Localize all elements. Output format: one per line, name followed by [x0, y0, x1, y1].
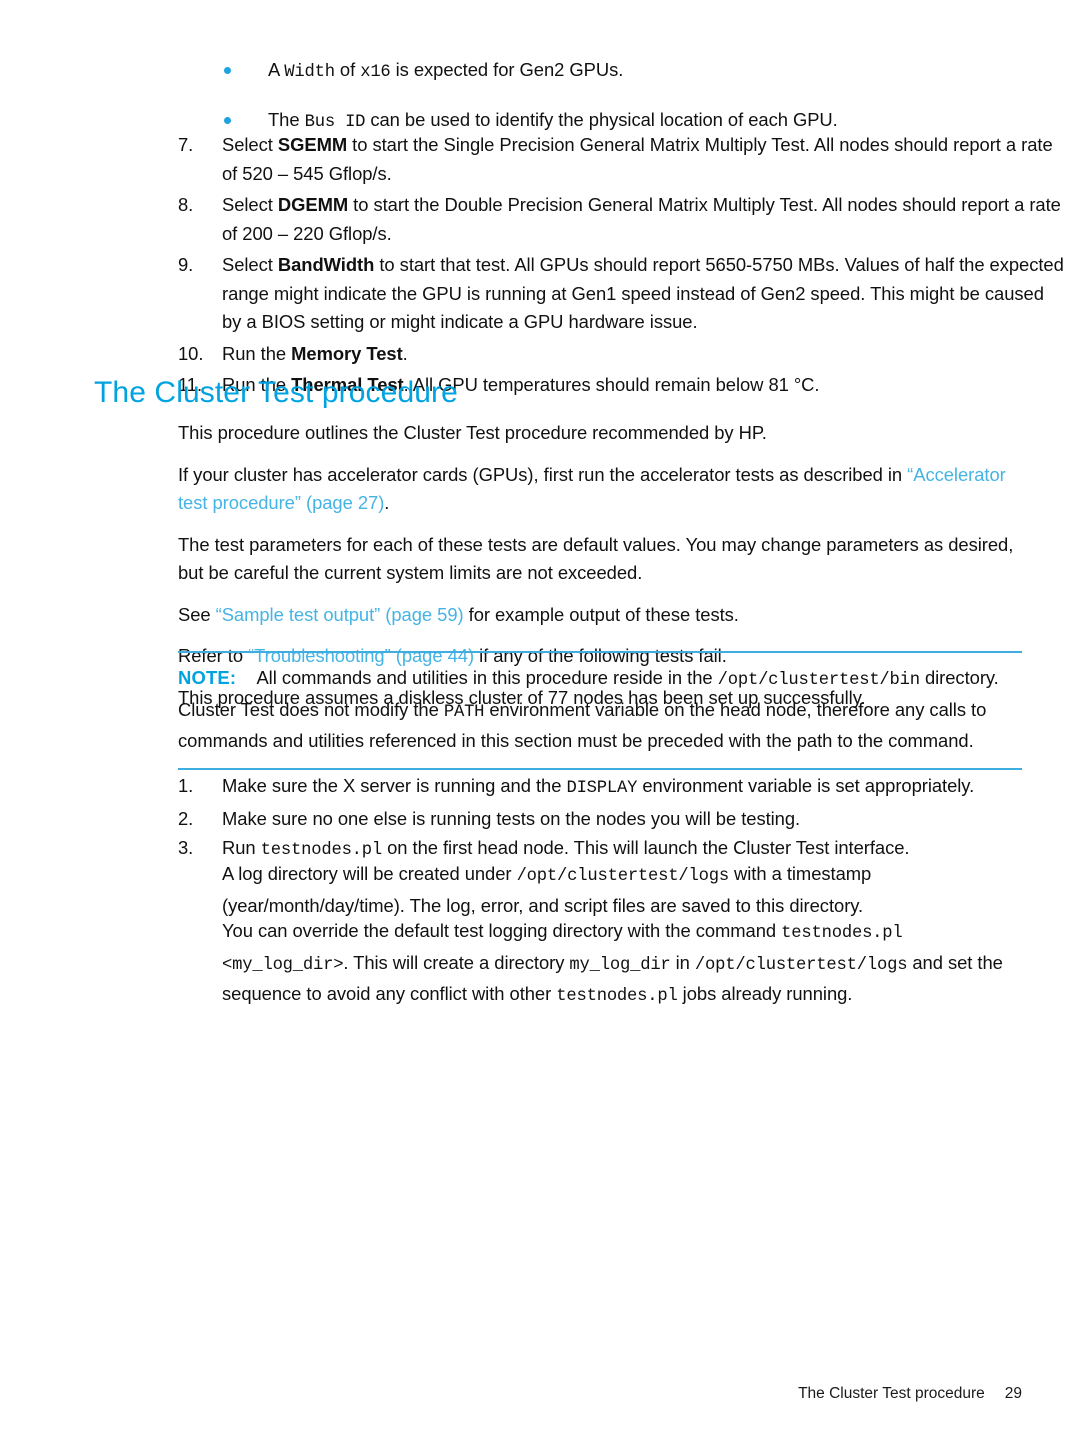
code-testnodes: testnodes.pl: [260, 841, 383, 860]
text-fragment: jobs already running.: [677, 983, 853, 1004]
list-item: A Width of x16 is expected for Gen2 GPUs…: [222, 56, 1028, 88]
text-fragment: of: [334, 59, 361, 80]
text-fragment: can be used to identify the physical loc…: [365, 108, 838, 130]
list-number: 1.: [178, 775, 194, 796]
text-fragment: . All GPU temperatures should remain bel…: [403, 374, 820, 395]
list-number: 10.: [178, 342, 204, 364]
text-fragment: for example output of these tests.: [463, 603, 739, 625]
text-fragment: in: [670, 951, 695, 973]
note-body: NOTE: All commands and utilities in this…: [178, 653, 1022, 768]
text-fragment: to start the Single Precision General Ma…: [222, 134, 1053, 184]
list-item-text: Make sure the X server is running and th…: [222, 775, 975, 798]
text-fragment: See: [178, 603, 216, 625]
note-label: NOTE:: [178, 667, 237, 688]
code-display-var: DISPLAY: [566, 779, 638, 798]
list-item-text: Run the Memory Test.: [222, 343, 408, 364]
list-item: 8. Select DGEMM to start the Double Prec…: [178, 191, 1068, 248]
paragraph: The test parameters for each of these te…: [178, 533, 1014, 584]
page-footer: The Cluster Test procedure 29: [0, 1385, 1022, 1403]
ordered-list-procedure: 1. Make sure the X server is running and…: [178, 772, 1028, 867]
text-fragment: is expected for Gen2 GPUs.: [390, 59, 624, 80]
text-fragment: Make sure the X server is running and th…: [222, 775, 567, 796]
text-fragment: .: [402, 342, 408, 364]
text-fragment: Select: [222, 134, 278, 155]
list-number: 7.: [178, 134, 194, 155]
emphasis-label: DGEMM: [277, 194, 349, 215]
code-my-log-dir: my_log_dir: [569, 955, 671, 975]
code-x16: x16: [360, 63, 391, 82]
list-item-text: Make sure no one else is running tests o…: [222, 808, 800, 829]
note-callout: NOTE: All commands and utilities in this…: [178, 651, 1022, 770]
text-fragment: All commands and utilities in this proce…: [256, 667, 718, 688]
list-number: 3.: [178, 837, 194, 858]
text-fragment: Select: [222, 254, 278, 275]
text-fragment: Make sure no one else is running tests o…: [222, 807, 801, 829]
code-path-bin: /opt/clustertest/bin: [717, 671, 920, 690]
code-width: Width: [284, 63, 335, 82]
text-fragment: The: [268, 108, 305, 130]
list-item: 10. Run the Memory Test.: [178, 340, 1028, 369]
code-logs-path-2: /opt/clustertest/logs: [694, 955, 908, 975]
list-item-text: Select BandWidth to start that test. All…: [222, 254, 1064, 332]
emphasis-label: Memory Test: [291, 342, 403, 364]
paragraph: This procedure outlines the Cluster Test…: [178, 422, 767, 443]
paragraph: If your cluster has accelerator cards (G…: [178, 461, 1022, 518]
cross-reference-link[interactable]: “Sample test output” (page 59): [216, 604, 464, 625]
text-fragment: Run: [222, 837, 261, 858]
text-fragment: .: [384, 492, 390, 513]
continuation-paragraph-logdir: A log directory will be created under /o…: [222, 860, 1022, 920]
bullet-dot-icon: [224, 67, 231, 74]
text-fragment: environment variable is set appropriatel…: [637, 775, 975, 796]
text-fragment: You can override the default test loggin…: [222, 920, 782, 941]
text-fragment: to start the Double Precision General Ma…: [222, 194, 1061, 244]
text-fragment: A log directory will be created under: [222, 863, 517, 884]
emphasis-label: BandWidth: [277, 254, 375, 275]
footer-page-number: 29: [1004, 1385, 1022, 1402]
list-item: 2. Make sure no one else is running test…: [178, 805, 1028, 834]
sub-bullet-text: The Bus ID can be used to identify the p…: [268, 108, 838, 132]
text-fragment: . This will create a directory: [343, 951, 570, 973]
emphasis-label: SGEMM: [277, 134, 348, 155]
text-fragment: Select: [222, 194, 278, 215]
list-number: 8.: [178, 194, 194, 215]
list-item: 7. Select SGEMM to start the Single Prec…: [178, 131, 1068, 188]
list-item: 9. Select BandWidth to start that test. …: [178, 251, 1068, 337]
list-number: 2.: [178, 807, 194, 829]
text-fragment: Run the: [222, 342, 292, 364]
text-fragment: If your cluster has accelerator cards (G…: [178, 463, 908, 485]
text-fragment: A: [268, 59, 285, 80]
paragraph: See “Sample test output” (page 59) for e…: [178, 601, 1022, 630]
list-item-text: Select SGEMM to start the Single Precisi…: [222, 134, 1053, 184]
list-item-text: Select DGEMM to start the Double Precisi…: [222, 194, 1061, 244]
code-bus-id: Bus ID: [304, 112, 366, 132]
note-bottom-rule: [178, 767, 1022, 770]
code-path-var: PATH: [443, 702, 485, 722]
code-logs-path: /opt/clustertest/logs: [516, 867, 730, 886]
list-item-text: Run testnodes.pl on the first head node.…: [222, 837, 910, 860]
list-number: 9.: [178, 254, 194, 275]
continuation-paragraph-override: You can override the default test loggin…: [222, 917, 1022, 1012]
bullet-dot-icon: [224, 116, 231, 124]
sub-bullet-text: A Width of x16 is expected for Gen2 GPUs…: [268, 59, 624, 82]
code-testnodes-2: testnodes.pl: [556, 987, 678, 1006]
text-fragment: on the first head node. This will launch…: [382, 837, 910, 858]
footer-title: The Cluster Test procedure: [798, 1385, 985, 1402]
list-item: 1. Make sure the X server is running and…: [178, 772, 1028, 804]
page-title: The Cluster Test procedure: [94, 376, 458, 409]
document-page: A Width of x16 is expected for Gen2 GPUs…: [0, 0, 1080, 1438]
ordered-list-continued: 7. Select SGEMM to start the Single Prec…: [178, 131, 1064, 403]
